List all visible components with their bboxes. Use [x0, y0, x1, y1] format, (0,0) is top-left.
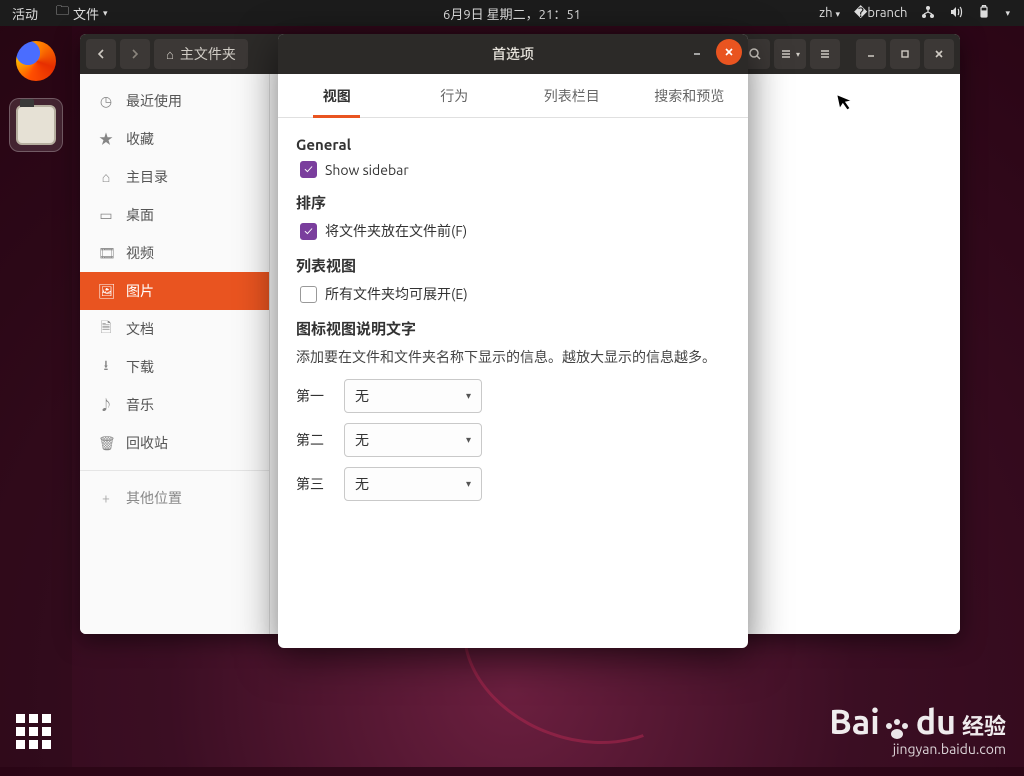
files-sidebar: ◷最近使用 ★收藏 ⌂主目录 ▭桌面 🎞视频 🖼图片 🗎文档 ⭳下载 ♪音乐 🗑… [80, 74, 270, 634]
minimize-button[interactable] [684, 39, 710, 65]
app-menu-files[interactable]: 🗀 文件 ▾ [56, 2, 108, 24]
preferences-dialog: 首选项 视图 行为 列表栏目 搜索和预览 General ✓ Show side… [278, 34, 748, 648]
chevron-down-icon: ▾ [796, 50, 800, 59]
paw-icon [886, 719, 908, 741]
watermark-sub: jingyan.baidu.com [829, 741, 1006, 757]
clock[interactable]: 6月9日 星期二，21：51 [443, 4, 581, 23]
sidebar-item-documents[interactable]: 🗎文档 [80, 310, 269, 348]
watermark-brand-jy: 经验 [962, 709, 1006, 741]
section-icon-captions-heading: 图标视图说明文字 [296, 318, 730, 339]
close-button[interactable] [716, 39, 742, 65]
sidebar-item-starred[interactable]: ★收藏 [80, 120, 269, 158]
checkbox-show-sidebar-label: Show sidebar [325, 162, 409, 178]
document-icon: 🗎 [98, 317, 114, 341]
music-icon: ♪ [98, 395, 114, 415]
activities-button[interactable]: 活动 [12, 4, 38, 23]
sidebar-item-downloads[interactable]: ⭳下载 [80, 348, 269, 386]
chevron-down-icon: ▾ [103, 8, 108, 19]
maximize-button[interactable] [890, 39, 920, 69]
caption-first-combo[interactable]: 无 ▾ [344, 379, 482, 413]
caption-first-value: 无 [355, 386, 369, 406]
sidebar-item-other-locations[interactable]: +其他位置 [80, 479, 269, 517]
divider [80, 470, 269, 471]
dock-item-firefox[interactable] [9, 34, 63, 88]
close-button[interactable] [924, 39, 954, 69]
forward-button[interactable] [120, 39, 150, 69]
plus-icon: + [98, 490, 114, 506]
caption-third-label: 第三 [296, 474, 332, 494]
network-wired-icon[interactable] [921, 5, 935, 22]
home-icon: ⌂ [166, 47, 174, 62]
firefox-icon [16, 41, 56, 81]
caption-second-label: 第二 [296, 430, 332, 450]
network-icon[interactable]: �branch [854, 6, 907, 21]
icon-captions-description: 添加要在文件和文件夹名称下显示的信息。越放大显示的信息越多。 [296, 347, 730, 367]
sidebar-item-home[interactable]: ⌂主目录 [80, 158, 269, 196]
top-panel: 活动 🗀 文件 ▾ 6月9日 星期二，21：51 zh ▾ �branch ▾ [0, 0, 1024, 26]
sidebar-item-music[interactable]: ♪音乐 [80, 386, 269, 424]
star-icon: ★ [98, 129, 114, 149]
dock [0, 26, 72, 767]
desktop-icon: ▭ [98, 207, 114, 224]
battery-icon[interactable] [977, 5, 991, 22]
download-icon: ⭳ [98, 355, 114, 379]
chevron-down-icon: ▾ [836, 9, 841, 19]
tab-search-preview[interactable]: 搜索和预览 [631, 74, 749, 117]
caption-second-combo[interactable]: 无 ▾ [344, 423, 482, 457]
checkbox-show-sidebar[interactable]: ✓ [300, 161, 317, 178]
preferences-body: General ✓ Show sidebar 排序 ✓ 将文件夹放在文件前(F)… [278, 118, 748, 525]
view-toggle-button[interactable]: ▾ [774, 39, 806, 69]
tab-list-columns[interactable]: 列表栏目 [513, 74, 631, 117]
sidebar-item-pictures[interactable]: 🖼图片 [80, 272, 269, 310]
hamburger-menu-button[interactable] [810, 39, 840, 69]
chevron-down-icon: ▾ [466, 478, 471, 490]
app-menu-label: 文件 [73, 4, 99, 23]
section-list-view-heading: 列表视图 [296, 255, 730, 276]
dialog-title: 首选项 [492, 44, 534, 64]
volume-icon[interactable] [949, 5, 963, 22]
clock-icon: ◷ [98, 93, 114, 110]
checkbox-expandable-folders[interactable] [300, 286, 317, 303]
watermark: Bai du 经验 jingyan.baidu.com [829, 703, 1006, 757]
caption-first-label: 第一 [296, 386, 332, 406]
tab-behavior[interactable]: 行为 [396, 74, 514, 117]
checkbox-folders-first[interactable]: ✓ [300, 223, 317, 240]
tab-view[interactable]: 视图 [278, 74, 396, 117]
minimize-button[interactable] [856, 39, 886, 69]
image-icon: 🖼 [98, 283, 114, 300]
section-general-heading: General [296, 136, 730, 153]
folder-icon: 🗀 [56, 2, 69, 24]
files-icon [16, 105, 56, 145]
system-menu-chevron-icon[interactable]: ▾ [1005, 8, 1010, 19]
show-applications-button[interactable] [16, 714, 51, 749]
preferences-headerbar: 首选项 [278, 34, 748, 74]
checkbox-expandable-folders-label: 所有文件夹均可展开(E) [325, 284, 468, 304]
dock-item-files[interactable] [9, 98, 63, 152]
watermark-brand-du: du [916, 703, 956, 741]
sidebar-item-videos[interactable]: 🎞视频 [80, 234, 269, 272]
input-method-indicator[interactable]: zh ▾ [819, 6, 840, 20]
back-button[interactable] [86, 39, 116, 69]
caption-second-value: 无 [355, 430, 369, 450]
chevron-down-icon: ▾ [466, 390, 471, 402]
pathbar-home[interactable]: ⌂ 主文件夹 [154, 39, 248, 69]
trash-icon: 🗑 [98, 435, 114, 452]
sidebar-item-trash[interactable]: 🗑回收站 [80, 424, 269, 462]
checkbox-folders-first-label: 将文件夹放在文件前(F) [325, 221, 467, 241]
chevron-down-icon: ▾ [466, 434, 471, 446]
sidebar-item-desktop[interactable]: ▭桌面 [80, 196, 269, 234]
video-icon: 🎞 [98, 245, 114, 262]
caption-third-combo[interactable]: 无 ▾ [344, 467, 482, 501]
caption-third-value: 无 [355, 474, 369, 494]
section-sort-heading: 排序 [296, 192, 730, 213]
watermark-brand-main: Bai [829, 703, 879, 741]
sidebar-item-recent[interactable]: ◷最近使用 [80, 82, 269, 120]
home-icon: ⌂ [98, 169, 114, 185]
preferences-tabs: 视图 行为 列表栏目 搜索和预览 [278, 74, 748, 118]
pathbar-label: 主文件夹 [180, 44, 236, 64]
